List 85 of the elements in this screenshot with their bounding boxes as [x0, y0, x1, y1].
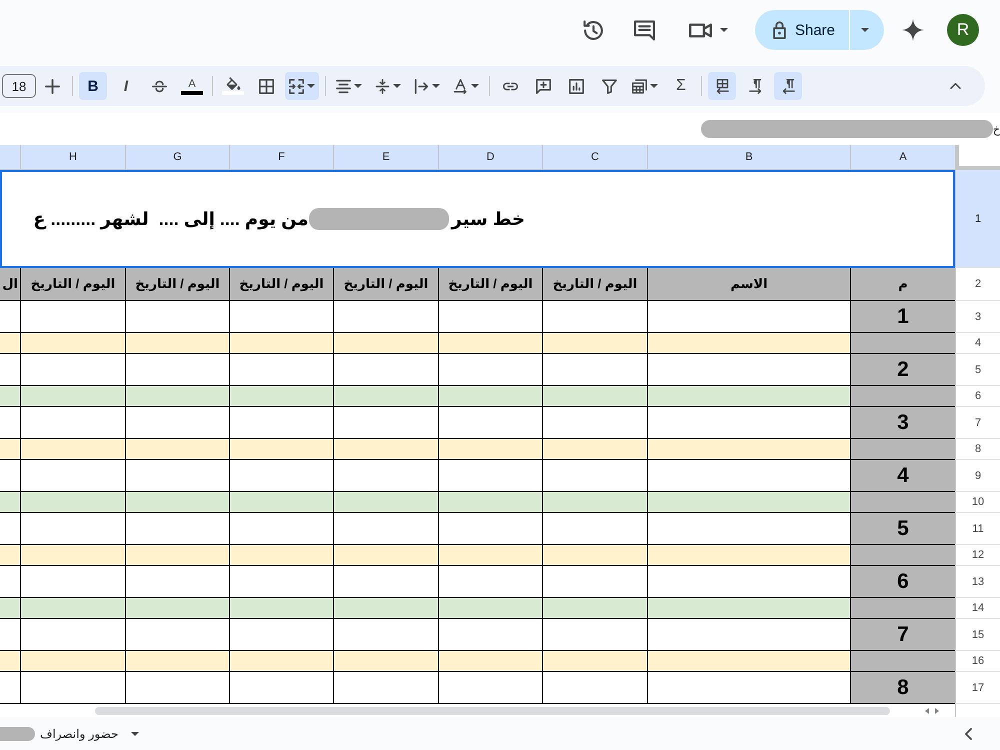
- rotate-text-icon: [453, 78, 468, 94]
- redaction-blot: [0, 726, 35, 740]
- video-camera-icon: [689, 22, 712, 38]
- sheet-tab[interactable]: حضور وانصراف: [0, 720, 140, 746]
- title-text: خط سير: [452, 208, 525, 230]
- row-header[interactable]: 4: [955, 333, 1000, 354]
- row-header[interactable]: 8: [955, 439, 1000, 460]
- table-cell: 4: [850, 460, 955, 492]
- title-text: من يوم .... إلى .... لشهر ......... ع: [33, 208, 308, 230]
- row-header[interactable]: 2: [955, 268, 1000, 301]
- scroll-right-icon[interactable]: [935, 708, 939, 714]
- row-header[interactable]: 11: [955, 513, 1000, 545]
- scrollbar-thumb[interactable]: [95, 706, 890, 714]
- text-lines-icon: [336, 78, 351, 94]
- caret-icon: [131, 732, 140, 736]
- comment-icon: [634, 20, 656, 40]
- scroll-left-icon[interactable]: [925, 708, 929, 714]
- paint-bucket-icon: [226, 77, 240, 90]
- column-header[interactable]: A: [850, 145, 955, 170]
- table-cell: 7: [850, 619, 955, 651]
- table-header-cell: الاسم: [647, 268, 850, 301]
- sheet-direction-button[interactable]: [708, 72, 736, 100]
- table-cell: 3: [850, 407, 955, 439]
- row-header[interactable]: 13: [955, 566, 1000, 598]
- chevron-up-icon: [950, 83, 960, 89]
- arrows-to-line-icon: [375, 78, 390, 94]
- italic-button[interactable]: I: [112, 72, 140, 100]
- filter-icon: [602, 78, 616, 94]
- history-icon: [583, 20, 604, 40]
- row-header[interactable]: 14: [955, 598, 1000, 619]
- column-header[interactable]: G: [125, 145, 229, 170]
- formula-text: خ: [992, 122, 1000, 136]
- row-header[interactable]: 16: [955, 651, 1000, 672]
- grid-icon: [258, 78, 274, 94]
- table-header-cell: اليوم / التاريخ: [125, 268, 229, 301]
- column-header[interactable]: B: [647, 145, 850, 170]
- table-cell: 1: [850, 301, 955, 333]
- table-arrow-icon: [714, 78, 730, 94]
- right-to-left-button[interactable]: [774, 72, 802, 100]
- column-header[interactable]: D: [438, 145, 542, 170]
- table-cell: 5: [850, 513, 955, 545]
- table-cell: 8: [850, 672, 955, 704]
- sparkle-icon: [902, 19, 924, 41]
- table-header-cell: اليوم / التاريخ: [542, 268, 647, 301]
- font-size-field[interactable]: 18: [2, 74, 36, 98]
- row-header[interactable]: 9: [955, 460, 1000, 492]
- row-header[interactable]: 7: [955, 407, 1000, 439]
- caret-icon: [861, 28, 869, 32]
- table-header-cell: ال: [0, 268, 20, 301]
- account-avatar[interactable]: R: [947, 14, 979, 46]
- chevron-left-icon: [964, 728, 972, 740]
- row-header[interactable]: 1: [955, 170, 1000, 268]
- row-header[interactable]: 17: [955, 672, 1000, 704]
- table-cell: 6: [850, 566, 955, 598]
- table-cell: 2: [850, 354, 955, 386]
- plus-icon: [44, 78, 60, 94]
- merge-cells-button[interactable]: [285, 72, 319, 100]
- row-header[interactable]: 6: [955, 386, 1000, 407]
- table-header-cell: م: [850, 268, 955, 301]
- inward-arrows-icon: [289, 78, 304, 94]
- functions-button[interactable]: Σ: [667, 72, 695, 100]
- column-header[interactable]: F: [229, 145, 333, 170]
- bold-button[interactable]: B: [79, 72, 107, 100]
- bar-arrow-icon: [414, 78, 429, 94]
- text-color-button[interactable]: A: [178, 72, 206, 100]
- table-header-cell: اليوم / التاريخ: [20, 268, 125, 301]
- pilcrow-left-arrow-icon: [780, 78, 796, 94]
- column-header[interactable]: H: [20, 145, 125, 170]
- comment-plus-icon: [536, 78, 550, 94]
- column-header[interactable]: C: [542, 145, 647, 170]
- row-header[interactable]: 12: [955, 545, 1000, 566]
- share-button[interactable]: Share: [754, 10, 849, 50]
- row-header[interactable]: 3: [955, 301, 1000, 333]
- table-header-cell: اليوم / التاريخ: [438, 268, 542, 301]
- table-header-cell: اليوم / التاريخ: [229, 268, 333, 301]
- row-header[interactable]: 10: [955, 492, 1000, 513]
- table-icon: [632, 78, 647, 94]
- column-header[interactable]: E: [333, 145, 438, 170]
- table-header-cell: اليوم / التاريخ: [333, 268, 438, 301]
- lock-icon: [772, 21, 786, 39]
- row-header[interactable]: 5: [955, 354, 1000, 386]
- bar-chart-icon: [568, 78, 584, 94]
- strikethrough-icon: [152, 78, 166, 94]
- row-header[interactable]: 15: [955, 619, 1000, 651]
- pilcrow-right-arrow-icon: [748, 78, 762, 94]
